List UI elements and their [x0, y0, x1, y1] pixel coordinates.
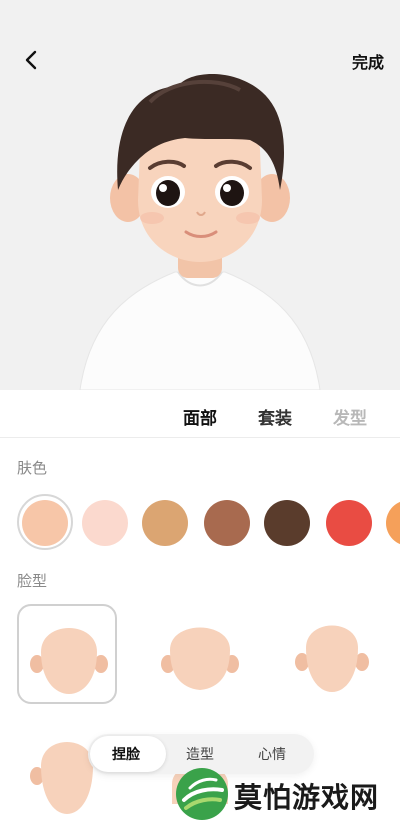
skin-swatch-5[interactable] [264, 500, 310, 546]
face-shape-preview [295, 625, 369, 692]
site-watermark: 莫怕游戏网 [172, 764, 400, 824]
avatar-shirt [79, 271, 321, 390]
face-shape-oval[interactable] [282, 604, 382, 704]
avatar-preview[interactable]: 完成 [0, 0, 400, 390]
face-shape-wide[interactable] [150, 604, 250, 704]
avatar-image [79, 73, 321, 390]
watermark-text: 莫怕游戏网 [234, 781, 380, 814]
skin-swatch-7[interactable] [386, 500, 400, 546]
face-shape-preview [30, 628, 108, 694]
skin-swatch-6[interactable] [326, 500, 372, 546]
face-shape-preview [161, 627, 239, 690]
chevron-left-icon [25, 50, 37, 70]
skin-swatch-row [0, 494, 400, 550]
tab-outfit[interactable]: 套装 [258, 404, 292, 429]
tab-face[interactable]: 面部 [183, 404, 217, 429]
skin-swatch-1[interactable] [22, 500, 68, 546]
face-shape-round[interactable] [17, 604, 117, 704]
tab-hairstyle[interactable]: 发型 [333, 404, 367, 429]
leaf-logo-icon [176, 768, 228, 820]
skin-section-title: 肤色 [17, 459, 48, 477]
category-tabs: 面部 套装 发型 [0, 390, 400, 438]
back-button[interactable] [18, 46, 46, 74]
skin-swatch-3[interactable] [142, 500, 188, 546]
face-section-title: 脸型 [17, 572, 48, 590]
done-button[interactable]: 完成 [352, 49, 384, 73]
nav-styling[interactable]: 造型 [186, 744, 214, 764]
nav-mood[interactable]: 心情 [258, 744, 286, 764]
skin-swatch-4[interactable] [204, 500, 250, 546]
skin-swatch-2[interactable] [82, 500, 128, 546]
nav-sculpt-face[interactable]: 捏脸 [112, 744, 140, 764]
